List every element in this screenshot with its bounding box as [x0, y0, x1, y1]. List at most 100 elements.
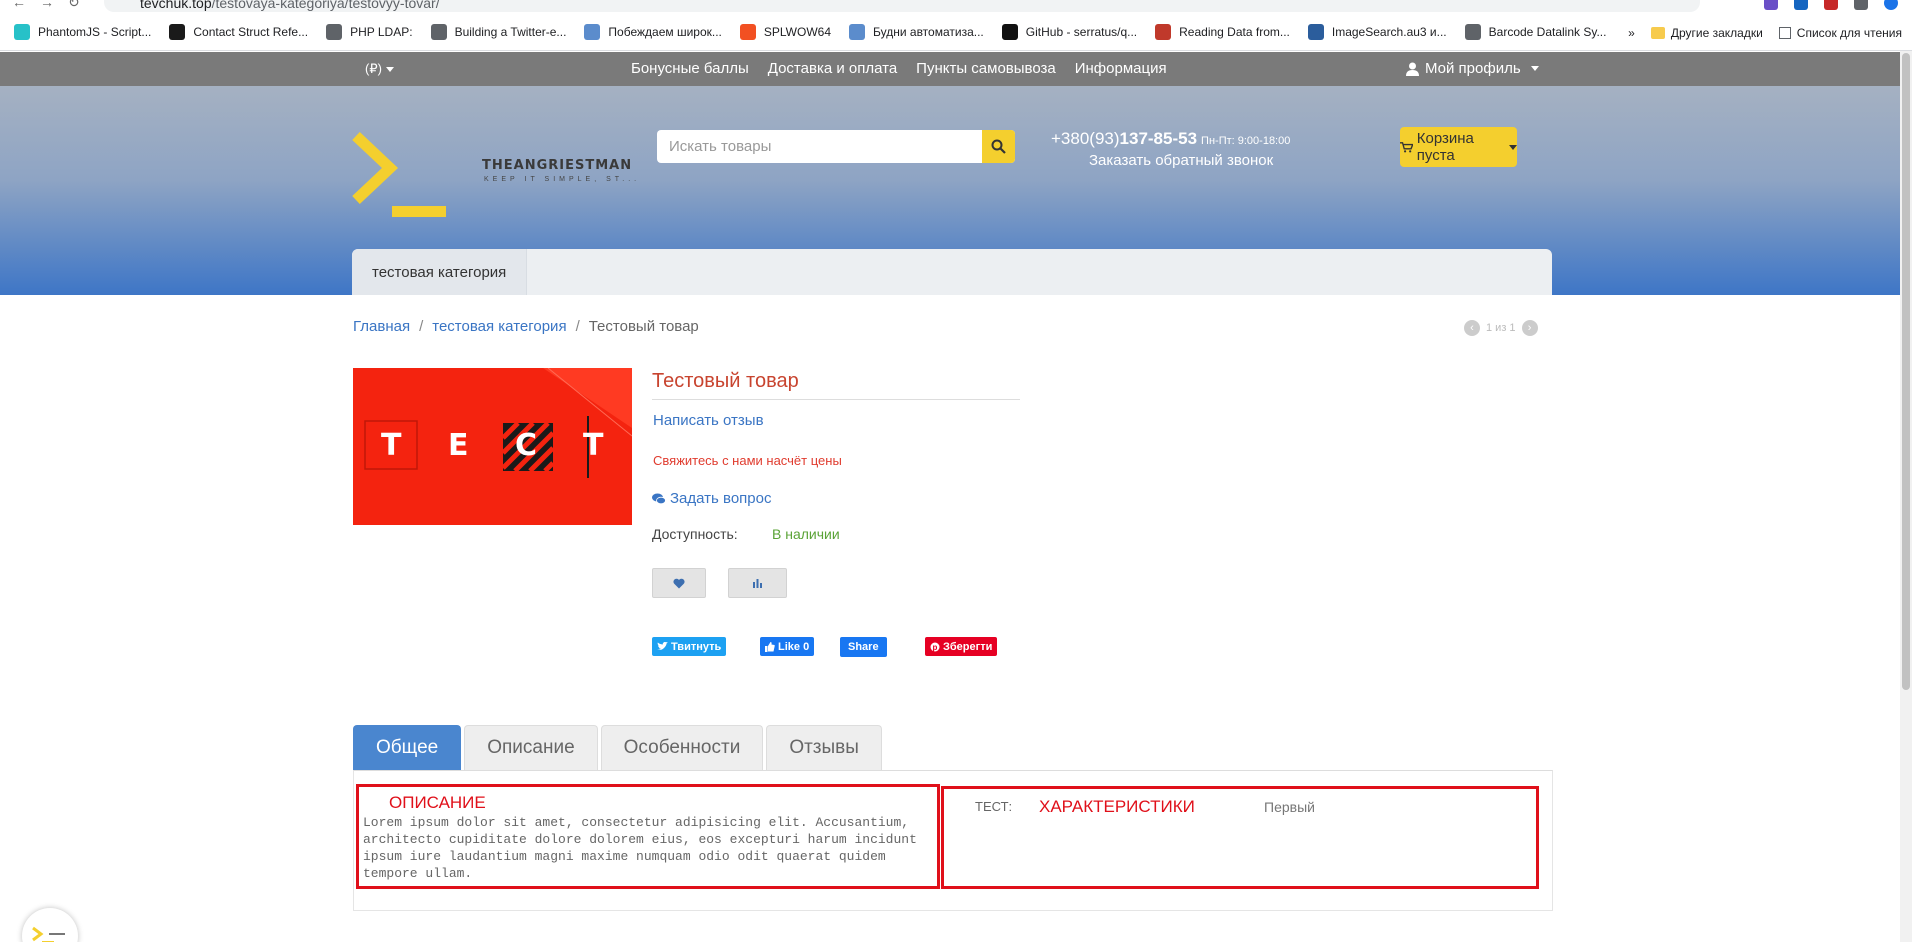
scrollbar-thumb[interactable] [1902, 53, 1910, 690]
bookmark-label: PhantomJS - Script... [38, 25, 152, 39]
forward-icon[interactable]: → [40, 0, 54, 11]
ask-question-link[interactable]: Задать вопрос [652, 490, 771, 507]
product-pager: ‹ 1 из 1 › [1464, 320, 1538, 336]
search-input[interactable] [657, 130, 982, 163]
menu-item-pickup[interactable]: Пункты самовывоза [916, 60, 1056, 77]
product-tabs: Общее Описание Особенности Отзывы [353, 725, 882, 770]
bookmark-item[interactable]: SPLWOW64 [739, 24, 831, 40]
avatar[interactable] [1884, 0, 1898, 10]
github-icon [1001, 24, 1018, 40]
extension-icon[interactable] [1764, 0, 1778, 10]
browser-nav: ← → ↻ [12, 0, 80, 11]
user-icon [1406, 62, 1419, 76]
spec-value: Первый [1264, 799, 1315, 815]
page-scrollbar[interactable] [1900, 51, 1912, 942]
previous-product-button[interactable]: ‹ [1464, 320, 1480, 336]
bookmark-item[interactable]: Будни автоматиза... [849, 24, 984, 40]
compare-button[interactable] [728, 568, 787, 598]
bookmark-item[interactable]: Побеждаем широк... [584, 24, 722, 40]
price-contact-link[interactable]: Свяжитесь с нами насчёт цены [653, 453, 842, 468]
bookmark-item[interactable]: Contact Struct Refe... [169, 24, 308, 40]
tab-general[interactable]: Общее [353, 725, 462, 770]
like-label: Like 0 [778, 640, 810, 653]
tab-description[interactable]: Описание [464, 725, 598, 770]
description-heading: ОПИСАНИЕ [389, 793, 486, 812]
extensions-area [1764, 0, 1898, 10]
site-topbar: (₽) Бонусные баллы Доставка и оплата Пун… [0, 52, 1900, 86]
reading-list-button[interactable]: Список для чтения [1778, 26, 1902, 40]
other-bookmarks-folder[interactable]: Другие закладки [1650, 26, 1763, 40]
bookmark-item[interactable]: ImageSearch.au3 и... [1307, 24, 1447, 40]
availability-label: Доступность: [652, 526, 738, 542]
site-header: THEANGRIESTMAN KEEP IT SIMPLE, ST... +38… [0, 86, 1900, 295]
word-extension-icon[interactable] [1794, 0, 1808, 10]
bookmark-item[interactable]: Building a Twitter-e... [430, 24, 566, 40]
menu-item-info[interactable]: Информация [1075, 60, 1167, 77]
add-to-wishlist-button[interactable] [652, 568, 706, 598]
browser-toolbar: ← → ↻ tevchuk.top/testovaya-kategoriya/t… [0, 0, 1912, 14]
profile-menu[interactable]: Мой профиль [1406, 60, 1539, 77]
product-image-letter: C [515, 428, 538, 463]
floating-logo-button[interactable] [22, 908, 78, 942]
twitter-icon [657, 642, 668, 650]
logo-tagline: KEEP IT SIMPLE, ST... [484, 176, 641, 183]
tab-reviews[interactable]: Отзывы [766, 725, 882, 770]
availability-value: В наличии [772, 526, 840, 542]
callback-link[interactable]: Заказать обратный звонок [1089, 152, 1273, 169]
globe-icon [430, 24, 447, 40]
prompt-logo-icon [352, 132, 446, 217]
currency-selector[interactable]: (₽) [365, 61, 394, 77]
breadcrumb-category[interactable]: тестовая категория [432, 318, 566, 335]
product-image-letter: T [381, 428, 402, 463]
menu-item-delivery[interactable]: Доставка и оплата [768, 60, 897, 77]
ask-question-label: Задать вопрос [670, 490, 772, 507]
cart-icon [1400, 141, 1413, 152]
bookmarks-right: » Другие закладки Список для чтения [1628, 14, 1902, 51]
chevron-down-icon [1509, 144, 1517, 150]
pinterest-save-button[interactable]: p Зберегти [925, 637, 998, 656]
breadcrumb-separator: / [419, 318, 424, 335]
contact-phone: +380(93)137-85-53 Пн-Пт: 9:00-18:00 Заказ… [1051, 129, 1290, 169]
menu-item-bonus[interactable]: Бонусные баллы [631, 60, 749, 77]
bookmark-item[interactable]: Reading Data from... [1155, 24, 1290, 40]
chevron-down-icon [385, 67, 394, 73]
bookmark-label: GitHub - serratus/q... [1025, 25, 1138, 39]
reload-icon[interactable]: ↻ [68, 0, 80, 11]
next-product-button[interactable]: › [1521, 320, 1538, 336]
write-review-link[interactable]: Написать отзыв [653, 412, 764, 429]
cart-button[interactable]: Корзина пуста [1400, 127, 1517, 167]
globe-icon [326, 24, 343, 40]
globe-icon [1464, 24, 1481, 40]
gfi-icon [169, 24, 186, 40]
bookmarks-bar: PhantomJS - Script... Contact Struct Refe… [0, 14, 1912, 51]
bookmark-item[interactable]: GitHub - serratus/q... [1001, 24, 1138, 40]
bookmark-item[interactable]: PhantomJS - Script... [14, 24, 151, 40]
site-logo[interactable]: THEANGRIESTMAN KEEP IT SIMPLE, ST... [352, 132, 642, 222]
bookmark-item[interactable]: Barcode Datalink Sy... [1464, 24, 1606, 40]
facebook-share-button[interactable]: Share [840, 637, 887, 657]
category-item-test[interactable]: тестовая категория [352, 249, 528, 295]
back-icon[interactable]: ← [12, 0, 26, 11]
comments-icon [652, 493, 666, 504]
breadcrumb-current: Тестовый товар [588, 318, 699, 335]
breadcrumb-home[interactable]: Главная [353, 318, 410, 335]
top-menu: Бонусные баллы Доставка и оплата Пункты … [631, 60, 1167, 77]
currency-label: (₽) [365, 61, 382, 76]
phone-number[interactable]: +380(93)137-85-53 [1051, 129, 1197, 148]
puzzle-icon[interactable] [1854, 0, 1868, 10]
breadcrumb: Главная / тестовая категория / Тестовый … [353, 318, 699, 335]
tab-features[interactable]: Особенности [600, 725, 764, 770]
folder-icon [1650, 26, 1665, 39]
facebook-like-button[interactable]: Like 0 [760, 637, 815, 656]
more-bookmarks-button[interactable]: » [1628, 26, 1635, 40]
product-title: Тестовый товар [652, 370, 1020, 400]
phone-main: 137-85-53 [1119, 129, 1198, 148]
url-path: /testovaya-kategoriya/testovyy-tovar/ [211, 0, 440, 11]
search-button[interactable] [982, 130, 1015, 163]
chevron-down-icon [1530, 66, 1539, 71]
address-url[interactable]: tevchuk.top/testovaya-kategoriya/testovy… [140, 0, 440, 11]
ladybug-extension-icon[interactable] [1824, 0, 1838, 10]
tweet-button[interactable]: Твитнуть [652, 637, 727, 656]
category-menu: тестовая категория [352, 249, 1552, 295]
bookmark-item[interactable]: PHP LDAP: [326, 24, 413, 40]
